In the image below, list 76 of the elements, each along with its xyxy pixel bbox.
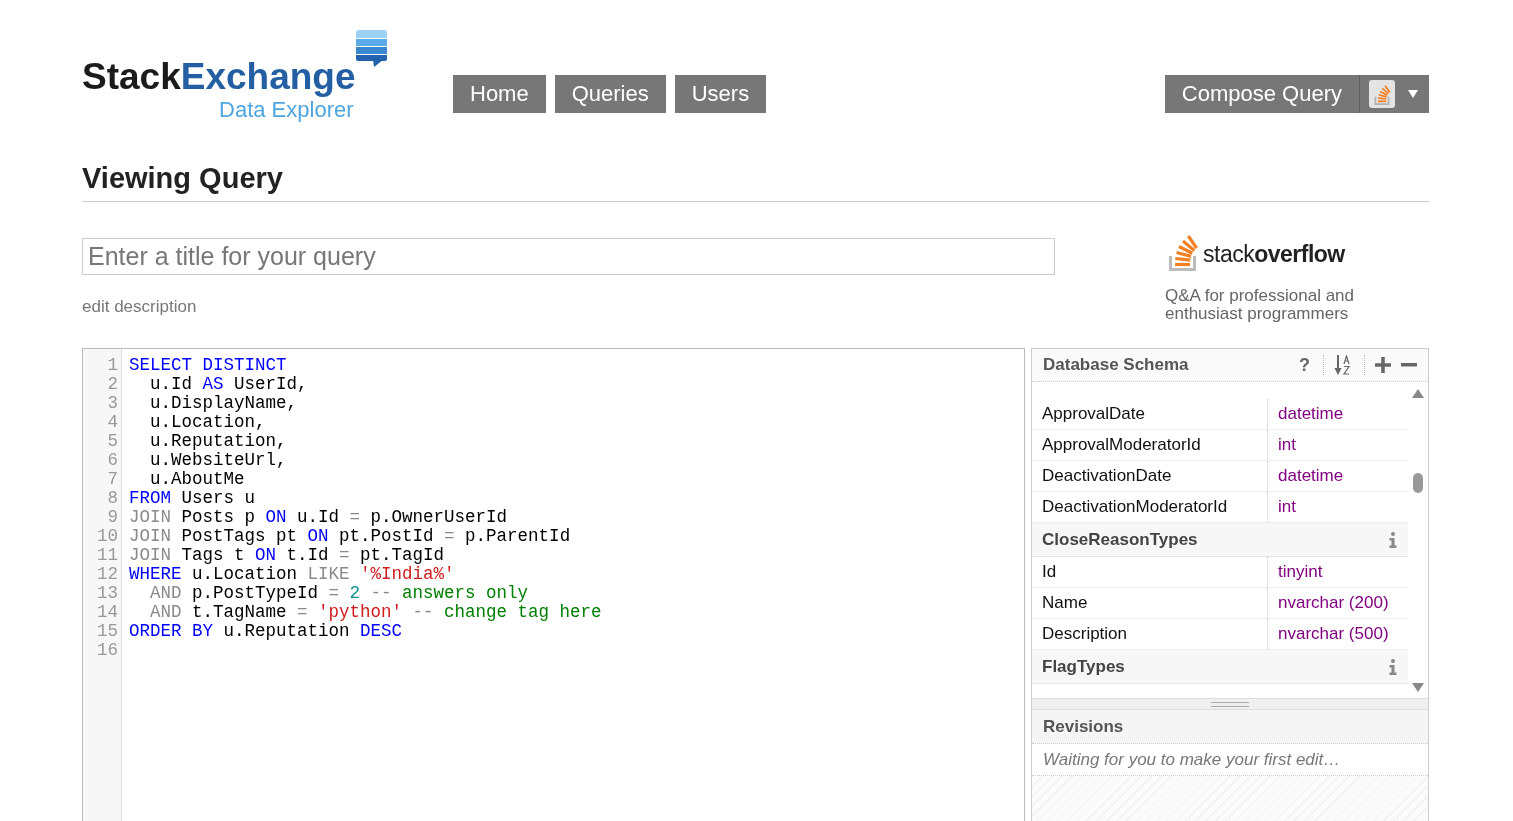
line-number: 1 — [107, 356, 118, 375]
info-icon[interactable] — [1389, 658, 1397, 675]
nav-link[interactable]: Queries — [554, 75, 666, 113]
compose-query-button[interactable]: Compose Query — [1164, 75, 1360, 113]
code-line: u.DisplayName, — [149, 394, 298, 413]
line-number: 3 — [107, 394, 118, 413]
column-name: Name — [1042, 592, 1088, 615]
line-number: 14 — [97, 603, 118, 622]
title-field[interactable]: Enter a title for your query — [82, 238, 1055, 275]
code-line: u.Id AS UserId, — [149, 375, 308, 394]
revisions-title: Revisions — [1043, 715, 1124, 738]
column-type: datetime — [1278, 403, 1344, 426]
column-type: nvarchar (200) — [1278, 592, 1389, 615]
code-line: AND t.TagName = 'python' -- change tag here — [149, 603, 602, 622]
schema-title: Database Schema — [1043, 354, 1189, 377]
column-name: ApprovalDate — [1042, 403, 1145, 426]
code-line: JOIN Tags t ON t.Id = pt.TagId — [129, 546, 445, 565]
line-number: 10 — [97, 527, 118, 546]
column-name: Id — [1042, 561, 1057, 584]
line-number: 13 — [97, 584, 118, 603]
line-number: 16 — [97, 641, 118, 660]
column-name: DeactivationDate — [1042, 465, 1172, 488]
expand-all-icon[interactable] — [1375, 357, 1391, 373]
code-editor[interactable] — [82, 348, 1025, 821]
code-line: u.AboutMe — [149, 470, 245, 489]
collapse-all-icon[interactable] — [1401, 363, 1417, 367]
grip-icon — [1211, 701, 1249, 707]
line-number: 4 — [107, 413, 118, 432]
site-wordmark: stackoverflow — [1203, 243, 1345, 266]
line-number: 6 — [107, 451, 118, 470]
code-line: u.WebsiteUrl, — [149, 451, 287, 470]
info-icon[interactable] — [1389, 531, 1397, 548]
line-number: 15 — [97, 622, 118, 641]
line-number: 7 — [107, 470, 118, 489]
code-line: JOIN Posts p ON u.Id = p.OwnerUserId — [129, 508, 508, 527]
revisions-message: Waiting for you to make your first edit… — [1043, 748, 1341, 771]
line-number: 5 — [107, 432, 118, 451]
column-name: ApprovalModeratorId — [1042, 434, 1201, 457]
line-number: 12 — [97, 565, 118, 584]
column-name: Description — [1042, 623, 1128, 646]
user-menu-button[interactable] — [1360, 75, 1429, 113]
code-line: AND p.PostTypeId = 2 -- answers only — [149, 584, 529, 603]
scroll-up-icon[interactable] — [1412, 389, 1424, 398]
site-tagline: Q&A for professional and enthusiast programmers — [1165, 287, 1355, 323]
line-number: 9 — [107, 508, 118, 527]
site-logo-icon — [1168, 233, 1199, 271]
logo-icon — [355, 30, 387, 67]
code-line: WHERE u.Location LIKE '%India%' — [129, 565, 455, 584]
nav-link[interactable]: Home — [453, 75, 546, 113]
column-type: int — [1278, 434, 1296, 457]
code-line: JOIN PostTags pt ON pt.PostId = p.ParentId — [129, 527, 571, 546]
code-line: ORDER BY u.Reputation DESC — [129, 622, 403, 641]
nav-link[interactable]: Users — [674, 75, 767, 113]
table-name[interactable]: FlagTypes — [1042, 653, 1125, 680]
code-line: u.Location, — [149, 413, 266, 432]
page-title: Viewing Query — [82, 164, 283, 193]
line-number: 2 — [107, 375, 118, 394]
avatar-icon — [1369, 80, 1395, 108]
caret-icon — [1408, 90, 1418, 98]
help-button[interactable]: ? — [1299, 356, 1310, 374]
logo-subtitle: Data Explorer — [219, 99, 354, 121]
column-type: tinyint — [1278, 561, 1323, 584]
sort-icon[interactable] — [1334, 355, 1352, 375]
column-name: DeactivationModeratorId — [1042, 496, 1228, 519]
line-number: 11 — [97, 546, 118, 565]
code-line: u.Reputation, — [149, 432, 287, 451]
logo-wordmark: StackExchange — [82, 58, 356, 95]
scrollbar-thumb[interactable] — [1413, 473, 1423, 493]
code-line: SELECT DISTINCT — [129, 356, 287, 375]
column-type: nvarchar (500) — [1278, 623, 1389, 646]
code-line: FROM Users u — [129, 489, 256, 508]
column-type: datetime — [1278, 465, 1344, 488]
edit-description-link[interactable]: edit description — [82, 297, 197, 317]
line-number: 8 — [107, 489, 118, 508]
column-type: int — [1278, 496, 1296, 519]
scroll-down-icon[interactable] — [1412, 683, 1424, 692]
